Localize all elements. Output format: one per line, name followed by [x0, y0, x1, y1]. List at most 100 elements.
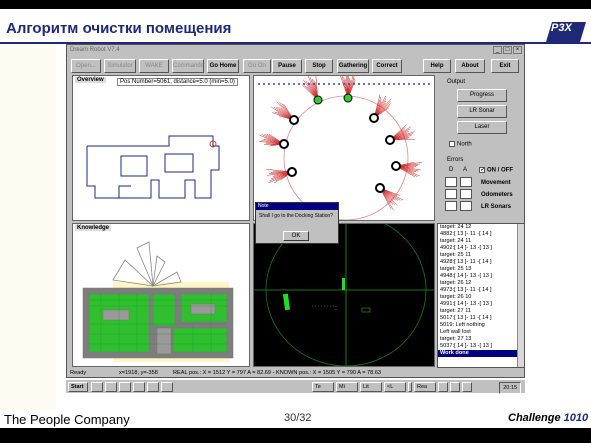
log-line: Left wall lost: [440, 329, 471, 335]
log-line: 5019: Left nothing: [440, 322, 485, 328]
status-ready: Ready: [70, 370, 87, 376]
taskbar-item[interactable]: [133, 382, 145, 392]
log-line: target: 24 12: [440, 224, 472, 230]
maximize-icon[interactable]: □: [503, 46, 512, 54]
taskbar-item[interactable]: Te: [312, 382, 334, 392]
lr-sonars-label: LR Sonars: [481, 204, 512, 210]
laser-pane: [253, 223, 435, 367]
north-checkbox[interactable]: North: [449, 141, 472, 148]
stop-button[interactable]: Stop: [305, 59, 333, 73]
progress-button[interactable]: Progress: [457, 89, 507, 102]
errors-col-a: A: [463, 167, 468, 173]
start-button[interactable]: Start: [68, 382, 88, 392]
overview-label: Overview: [75, 77, 106, 83]
knowledge-label: Knowledge: [75, 225, 112, 231]
event-log[interactable]: target: 24 12 4882:[ 13 ]- 11 -[ 14 ] ta…: [437, 223, 524, 368]
sonar-view: [258, 76, 432, 220]
about-button[interactable]: About: [455, 59, 485, 73]
error-a-box: [460, 189, 472, 199]
log-line: target: 25 13: [440, 266, 472, 272]
go-on-button[interactable]: Go On: [243, 59, 271, 73]
docking-dialog: Note Shall I go to the Docking Station? …: [255, 202, 339, 244]
bottom-rule: [0, 428, 591, 443]
open-button[interactable]: Open...: [71, 59, 101, 73]
overview-map: [86, 135, 220, 199]
page-number: 30/32: [284, 412, 312, 424]
log-line: 5037:[ 14 ]- 13 -[ 13 ]: [440, 343, 492, 349]
north-box: [449, 141, 455, 147]
knowledge-pane: Knowledge: [72, 223, 250, 367]
correct-button[interactable]: Correct: [372, 59, 402, 73]
taskbar-item[interactable]: Lit: [360, 382, 382, 392]
taskbar-item[interactable]: [438, 382, 448, 392]
position-info: Pos Number=5061, distance=5.0 (min=5.0): [117, 78, 238, 86]
laser-view: [254, 224, 434, 366]
taskbar-item[interactable]: [408, 382, 412, 392]
left-strip: [0, 44, 56, 410]
exit-button[interactable]: Exit: [491, 59, 519, 73]
challenge-label: Challenge 1010: [508, 412, 588, 424]
taskbar-item[interactable]: [161, 382, 173, 392]
floorplan-outline: [86, 135, 220, 199]
log-line: target: 26 12: [440, 280, 472, 286]
taskbar-item[interactable]: [450, 382, 460, 392]
taskbar-item[interactable]: [91, 382, 103, 392]
window-controls: _ □ ×: [493, 46, 522, 54]
errors-col-d: D: [449, 167, 454, 173]
simulator-button[interactable]: Simulator: [104, 59, 136, 73]
log-line: target: 27 13: [440, 336, 472, 342]
status-bar: Ready x=1918, y=-358 REAL pos.: X = 1512…: [67, 368, 524, 377]
help-button[interactable]: Help: [423, 59, 451, 73]
log-line: 4902:[ 14 ]- 13 -[ 13 ]: [440, 245, 492, 251]
company-name: The People Company: [4, 412, 130, 427]
taskbar-item[interactable]: [105, 382, 117, 392]
odometers-label: Odometers: [481, 192, 513, 198]
knowledge-map: [82, 241, 234, 362]
log-line-selected[interactable]: Work done: [438, 350, 524, 357]
robot-app-window: Dream Robot V7.4 _ □ × Open... Simulator…: [66, 44, 525, 378]
log-line: target: 27 11: [440, 308, 471, 314]
taskbar-item[interactable]: Rea: [414, 382, 436, 392]
log-line: 4973:[ 13 ]- 11 -[ 14 ]: [440, 287, 492, 293]
dialog-ok-button[interactable]: OK: [283, 231, 309, 241]
commands-button[interactable]: Commands: [172, 59, 204, 73]
toolbar: Open... Simulator WAKE Commands Go Home …: [67, 56, 524, 74]
on-off-label: ON / OFF: [487, 167, 513, 174]
error-d-box: [445, 177, 457, 187]
output-title: Output: [447, 79, 466, 85]
lr-sonar-button[interactable]: LR Sonar: [457, 105, 507, 118]
log-line: target: 26 10: [440, 294, 472, 300]
log-scrollbar[interactable]: [517, 224, 524, 367]
wake-button[interactable]: WAKE: [139, 59, 169, 73]
pause-button[interactable]: Pause: [272, 59, 302, 73]
status-real-pos: REAL pos.: X = 1512 Y = 797 A = 82.69 - …: [173, 370, 382, 376]
on-off-box: ✓: [479, 167, 485, 173]
log-line: target: 25 11: [440, 252, 471, 258]
taskbar-clock: 20:15: [499, 382, 521, 394]
gathering-button[interactable]: Gathering: [337, 59, 369, 73]
taskbar-item[interactable]: Mi: [336, 382, 358, 392]
error-a-box: [460, 177, 472, 187]
taskbar-item[interactable]: [147, 382, 159, 392]
taskbar-item[interactable]: [462, 382, 472, 392]
errors-title: Errors: [447, 157, 464, 163]
log-line: 4882:[ 13 ]- 11 -[ 14 ]: [440, 231, 492, 237]
laser-button[interactable]: Laser: [457, 121, 507, 134]
minimize-icon[interactable]: _: [493, 46, 502, 54]
log-line: 5017:[ 13 ]- 11 -[ 14 ]: [440, 315, 492, 321]
taskbar-item[interactable]: <L: [384, 382, 406, 392]
log-line: 4928:[ 13 ]- 11 -[ 14 ]: [440, 259, 492, 265]
status-coords: x=1918, y=-358: [119, 370, 158, 376]
close-icon[interactable]: ×: [513, 46, 522, 54]
challenge-prefix: Challenge: [508, 412, 561, 424]
error-d-box: [445, 189, 457, 199]
top-bar: [0, 0, 591, 9]
challenge-number: 1010: [563, 412, 589, 424]
log-line: 4991:[ 14 ]- 13 -[ 13 ]: [440, 301, 492, 307]
on-off-checkbox[interactable]: ✓ ON / OFF: [479, 167, 513, 174]
overview-pane: Overview Pos Number=5061, distance=5.0 (…: [72, 75, 250, 221]
go-home-button[interactable]: Go Home: [207, 59, 239, 73]
room-grid: [82, 287, 234, 359]
taskbar-item[interactable]: [119, 382, 131, 392]
log-line: target: 24 11: [440, 238, 471, 244]
